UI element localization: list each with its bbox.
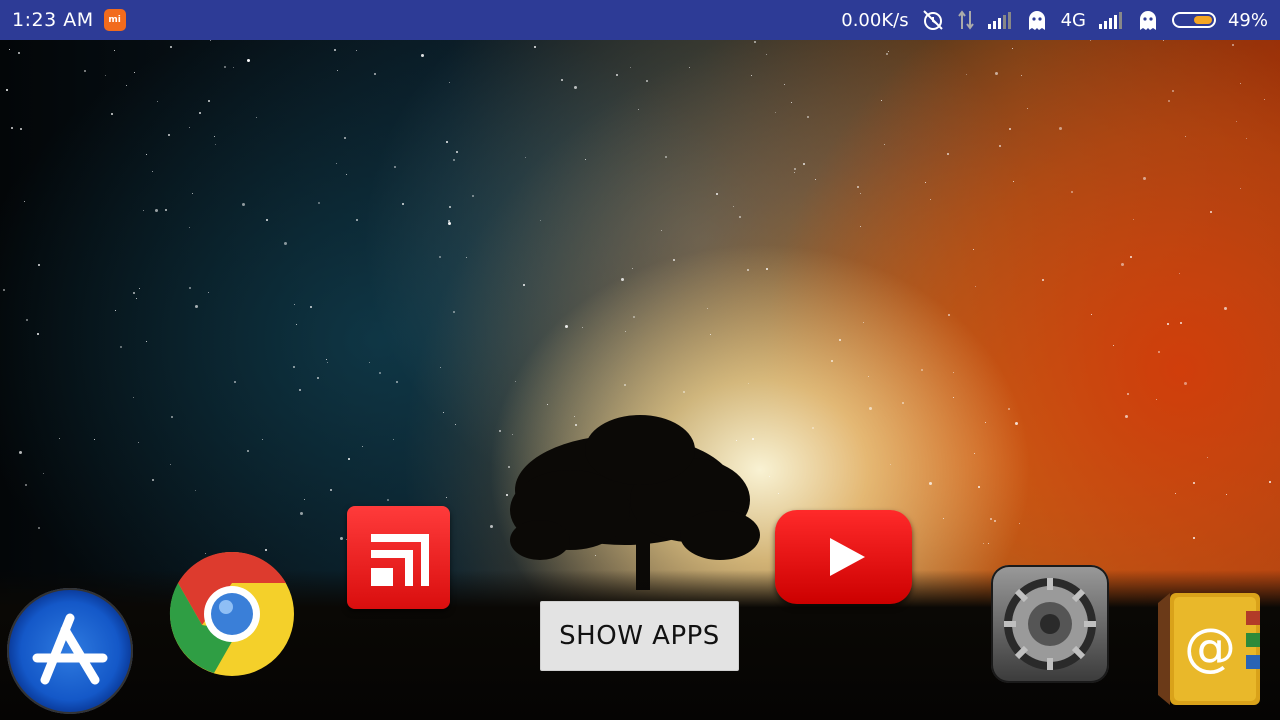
ghost-icon [1136, 8, 1160, 32]
settings-icon[interactable] [991, 565, 1109, 683]
youtube-icon[interactable] [775, 510, 912, 604]
battery-icon [1171, 12, 1216, 28]
alarm-off-icon [921, 8, 945, 32]
status-bar: 1:23 AM mi 0.00K/s 4G 49% [0, 0, 1280, 40]
flipboard-icon[interactable] [347, 506, 450, 609]
show-apps-button[interactable]: SHOW APPS [540, 601, 739, 671]
network-type: 4G [1060, 9, 1086, 31]
ghost-icon [1025, 8, 1049, 32]
app-store-icon[interactable] [7, 588, 133, 714]
contacts-icon[interactable]: @ [1152, 585, 1268, 710]
clock: 1:23 AM [12, 9, 94, 31]
battery-percent: 49% [1227, 9, 1268, 31]
chrome-icon[interactable] [166, 551, 298, 677]
signal-icon [987, 10, 1013, 30]
data-transfer-icon [957, 9, 975, 31]
mi-notification-icon: mi [103, 9, 126, 31]
signal-icon [1098, 10, 1124, 30]
svg-text:@: @ [1184, 618, 1236, 678]
network-speed: 0.00K/s [841, 9, 909, 31]
